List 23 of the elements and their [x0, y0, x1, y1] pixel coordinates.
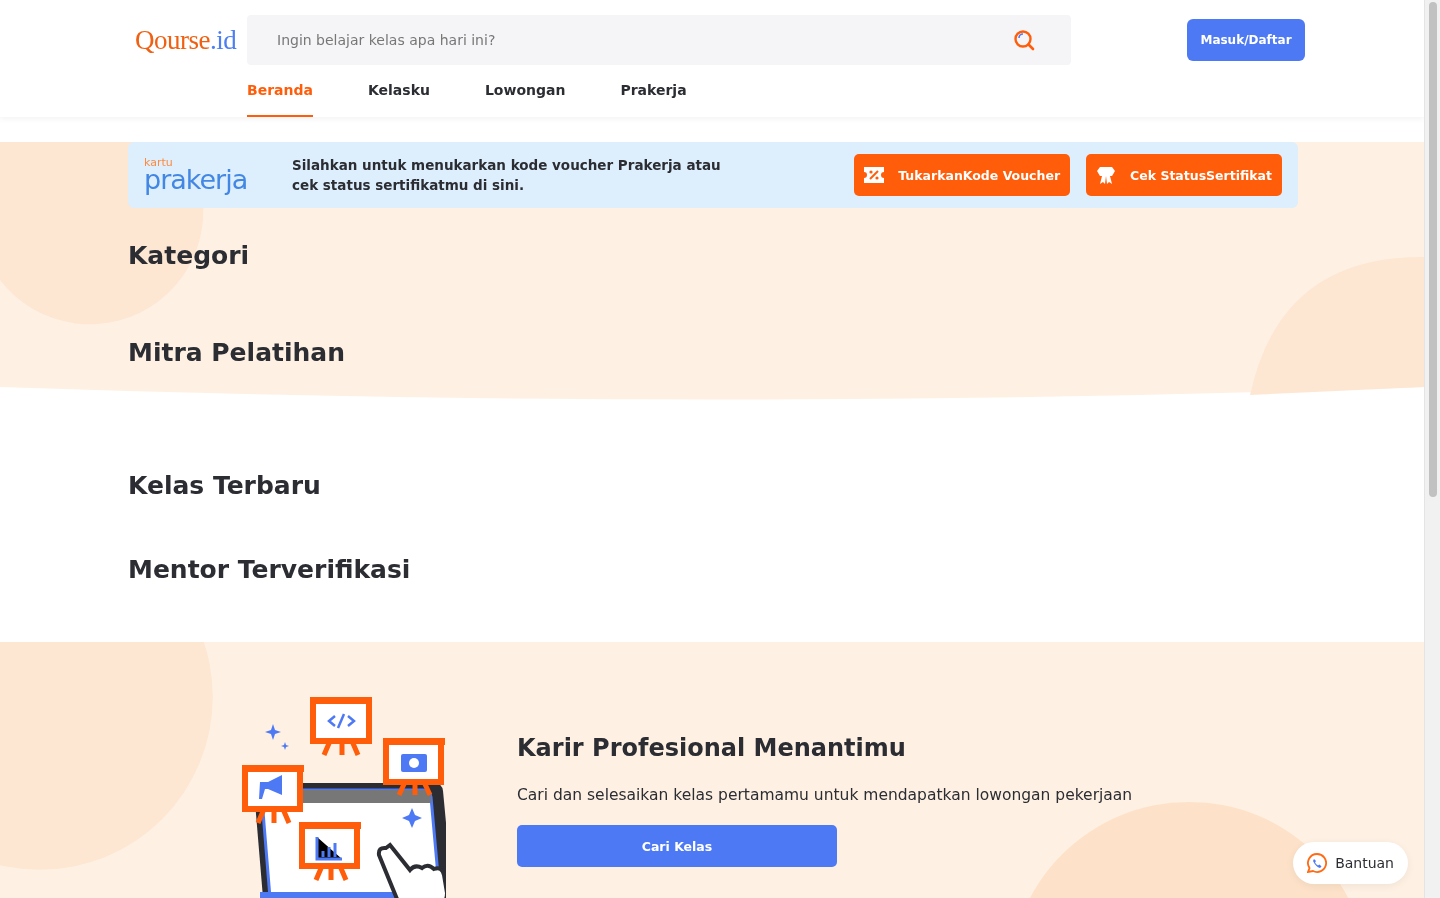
nav-tab[interactable]: Prakerja — [620, 70, 687, 117]
ticket-icon — [864, 167, 885, 183]
check-certificate-button[interactable]: Cek StatusSertifikat — [1086, 154, 1282, 196]
chat-phone-icon — [1307, 853, 1328, 873]
login-button[interactable]: Masuk/Daftar — [1187, 19, 1305, 61]
section-title: Mitra Pelatihan — [128, 338, 346, 367]
section-title: Kategori — [128, 241, 251, 270]
nav-tab[interactable]: Lowongan — [484, 70, 566, 117]
find-class-button[interactable]: Cari Kelas — [517, 825, 837, 867]
nav-tab[interactable]: Kelasku — [367, 70, 430, 117]
scrollbar-thumb[interactable] — [1428, 2, 1437, 497]
cta-title: Karir Profesional Menantimu — [517, 734, 907, 762]
banner-message: Silahkan untuk menukarkan kode voucher Prakerja atau cek status sertifikatmu di sini. — [292, 156, 722, 195]
search-field[interactable]: Ingin belajar kelas apa hari ini? — [247, 15, 1071, 65]
search-icon[interactable] — [1013, 29, 1035, 51]
section-title: Kelas Terbaru — [128, 471, 322, 500]
cta-description: Cari dan selesaikan kelas pertamamu untuk mendapatkan lowongan pekerjaan — [517, 786, 1133, 804]
award-ribbon-icon — [1096, 165, 1117, 185]
help-button[interactable]: Bantuan — [1293, 842, 1408, 884]
section-title: Mentor Terverifikasi — [128, 555, 412, 584]
qourse-logo[interactable]: Qourse.id — [135, 24, 247, 56]
prakerja-logo: kartu prakerja — [144, 157, 249, 193]
redeem-voucher-button[interactable]: TukarkanKode Voucher — [854, 154, 1071, 196]
